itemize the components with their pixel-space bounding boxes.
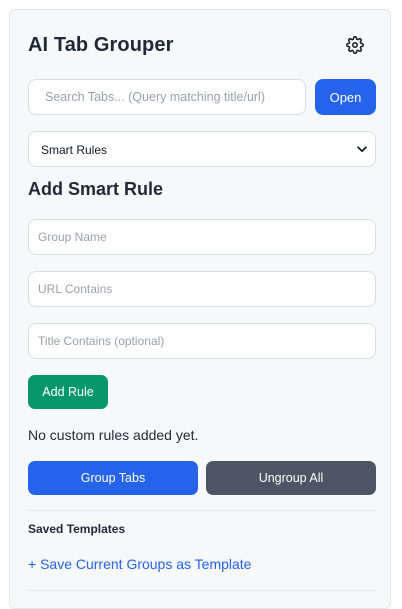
settings-button[interactable] <box>344 34 366 56</box>
header: AI Tab Grouper <box>28 32 372 62</box>
chevron-down-icon <box>357 146 367 153</box>
add-smart-rule-heading: Add Smart Rule <box>28 179 164 199</box>
app-title: AI Tab Grouper <box>28 34 174 56</box>
add-rule-button[interactable]: Add Rule <box>28 375 108 409</box>
title-contains-field[interactable] <box>28 323 376 359</box>
open-button[interactable]: Open <box>315 79 376 115</box>
gear-icon <box>346 36 364 54</box>
group-name-field[interactable] <box>28 219 376 255</box>
extension-panel: AI Tab Grouper Open Smart Rules Add Smar… <box>9 9 391 609</box>
divider <box>28 510 376 511</box>
divider <box>28 590 376 591</box>
saved-templates-heading: Saved Templates <box>28 522 126 536</box>
search-input[interactable] <box>28 79 306 115</box>
mode-select[interactable]: Smart Rules <box>28 131 376 167</box>
mode-select-value: Smart Rules <box>41 143 108 157</box>
group-tabs-button[interactable]: Group Tabs <box>28 461 198 495</box>
search-row: Open <box>28 79 376 115</box>
no-rules-message: No custom rules added yet. <box>28 427 199 443</box>
save-template-link[interactable]: + Save Current Groups as Template <box>28 556 251 572</box>
url-contains-field[interactable] <box>28 271 376 307</box>
ungroup-all-button[interactable]: Ungroup All <box>206 461 376 495</box>
